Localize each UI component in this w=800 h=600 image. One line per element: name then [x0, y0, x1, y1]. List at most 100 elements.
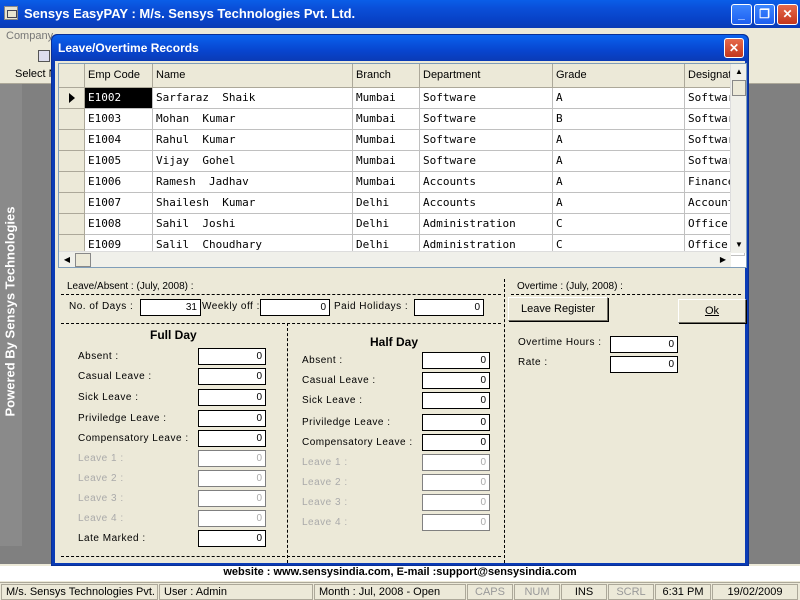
full-day-field[interactable]: 0: [198, 368, 266, 385]
rate-field[interactable]: 0: [610, 356, 678, 373]
row-selector[interactable]: [59, 214, 85, 235]
column-header[interactable]: Grade: [553, 64, 685, 88]
grid-cell[interactable]: E1005: [85, 151, 153, 172]
grid-cell[interactable]: E1008: [85, 214, 153, 235]
half-day-field[interactable]: 0: [422, 352, 490, 369]
column-header[interactable]: Emp Code: [85, 64, 153, 88]
maximize-button[interactable]: ❐: [754, 4, 775, 25]
current-row-icon: [69, 93, 75, 103]
close-button[interactable]: ✕: [777, 4, 798, 25]
grid-cell[interactable]: E1003: [85, 109, 153, 130]
status-caps: CAPS: [467, 584, 513, 600]
status-time: 6:31 PM: [655, 584, 711, 600]
grid-cell[interactable]: Sarfaraz Shaik: [153, 88, 353, 109]
grid-cell[interactable]: Software: [420, 130, 553, 151]
grid-cell[interactable]: C: [553, 214, 685, 235]
vertical-scrollbar[interactable]: ▲ ▼: [730, 64, 746, 253]
grid-cell[interactable]: Software: [420, 88, 553, 109]
column-header[interactable]: Branch: [353, 64, 420, 88]
half-day-label: Absent :: [302, 355, 343, 366]
paid-holidays-field[interactable]: 0: [414, 299, 484, 316]
half-day-field[interactable]: 0: [422, 434, 490, 451]
column-header[interactable]: Name: [153, 64, 353, 88]
half-day-field[interactable]: 0: [422, 392, 490, 409]
grid-cell[interactable]: A: [553, 151, 685, 172]
grid-cell[interactable]: Administration: [420, 214, 553, 235]
dialog-title-bar: Leave/Overtime Records ✕: [52, 35, 748, 61]
row-selector[interactable]: [59, 172, 85, 193]
grid-cell[interactable]: Mumbai: [353, 88, 420, 109]
half-day-field[interactable]: 0: [422, 372, 490, 389]
grid-cell[interactable]: Delhi: [353, 193, 420, 214]
status-ins: INS: [561, 584, 607, 600]
grid-cell[interactable]: Software: [420, 151, 553, 172]
half-day-field: 0: [422, 454, 490, 471]
employee-grid[interactable]: Emp Code Name Branch Department Grade Designa…: [58, 63, 747, 268]
half-day-heading: Half Day: [370, 335, 419, 349]
side-panel: Powered By Sensys Technologies: [0, 84, 22, 546]
grid-cell[interactable]: Rahul Kumar: [153, 130, 353, 151]
grid-cell[interactable]: Delhi: [353, 214, 420, 235]
section-divider: [504, 279, 505, 563]
grid-cell[interactable]: Sahil Joshi: [153, 214, 353, 235]
horizontal-scrollbar[interactable]: ◀ ▶: [59, 251, 731, 267]
grid-cell[interactable]: Vijay Gohel: [153, 151, 353, 172]
grid-cell[interactable]: A: [553, 88, 685, 109]
full-day-field[interactable]: 0: [198, 389, 266, 406]
dialog-close-icon[interactable]: ✕: [724, 38, 744, 58]
summary-bottom-line: [61, 323, 501, 324]
weekly-off-field[interactable]: 0: [260, 299, 330, 316]
grid-cell[interactable]: Accounts: [420, 193, 553, 214]
overtime-section-title: Overtime : (July, 2008) :: [517, 281, 623, 292]
grid-cell[interactable]: Ramesh Jadhav: [153, 172, 353, 193]
grid-cell[interactable]: Shailesh Kumar: [153, 193, 353, 214]
grid-cell[interactable]: A: [553, 172, 685, 193]
half-day-field: 0: [422, 474, 490, 491]
minimize-button[interactable]: _: [731, 4, 752, 25]
scroll-up-icon[interactable]: ▲: [732, 64, 746, 80]
select-icon[interactable]: [38, 50, 50, 62]
row-selector[interactable]: [59, 193, 85, 214]
leave-register-button[interactable]: Leave Register: [508, 297, 608, 321]
vertical-scroll-thumb[interactable]: [732, 80, 746, 96]
full-day-field[interactable]: 0: [198, 348, 266, 365]
menu-company[interactable]: Company: [6, 30, 53, 42]
grid-cell[interactable]: E1007: [85, 193, 153, 214]
scroll-left-icon[interactable]: ◀: [59, 252, 75, 267]
half-day-label: Leave 1 :: [302, 457, 348, 468]
full-day-field[interactable]: 0: [198, 530, 266, 547]
status-user: User : Admin: [159, 584, 313, 600]
scroll-down-icon[interactable]: ▼: [732, 237, 746, 253]
full-day-field[interactable]: 0: [198, 430, 266, 447]
grid-cell[interactable]: A: [553, 193, 685, 214]
full-day-field: 0: [198, 510, 266, 527]
grid-cell[interactable]: A: [553, 130, 685, 151]
scroll-right-icon[interactable]: ▶: [715, 252, 731, 267]
row-selector[interactable]: [59, 151, 85, 172]
half-day-field: 0: [422, 514, 490, 531]
grid-cell[interactable]: Mumbai: [353, 109, 420, 130]
overtime-hours-label: Overtime Hours :: [518, 337, 602, 348]
grid-cell[interactable]: Mumbai: [353, 172, 420, 193]
grid-cell[interactable]: E1004: [85, 130, 153, 151]
column-header[interactable]: Department: [420, 64, 553, 88]
horizontal-scroll-thumb[interactable]: [75, 253, 91, 267]
grid-cell[interactable]: Software: [420, 109, 553, 130]
grid-cell[interactable]: E1002: [85, 88, 153, 109]
row-selector[interactable]: [59, 88, 85, 109]
overtime-hours-field[interactable]: 0: [610, 336, 678, 353]
weekly-off-label: Weekly off :: [202, 301, 260, 312]
grid-cell[interactable]: Mumbai: [353, 151, 420, 172]
status-month: Month : Jul, 2008 - Open: [314, 584, 466, 600]
no-of-days-field[interactable]: 31: [140, 299, 201, 316]
half-day-field[interactable]: 0: [422, 414, 490, 431]
full-day-field[interactable]: 0: [198, 410, 266, 427]
grid-cell[interactable]: Mohan Kumar: [153, 109, 353, 130]
grid-cell[interactable]: B: [553, 109, 685, 130]
grid-cell[interactable]: E1006: [85, 172, 153, 193]
row-selector[interactable]: [59, 109, 85, 130]
grid-cell[interactable]: Accounts: [420, 172, 553, 193]
row-selector[interactable]: [59, 130, 85, 151]
ok-button[interactable]: Ok: [678, 299, 746, 323]
grid-cell[interactable]: Mumbai: [353, 130, 420, 151]
